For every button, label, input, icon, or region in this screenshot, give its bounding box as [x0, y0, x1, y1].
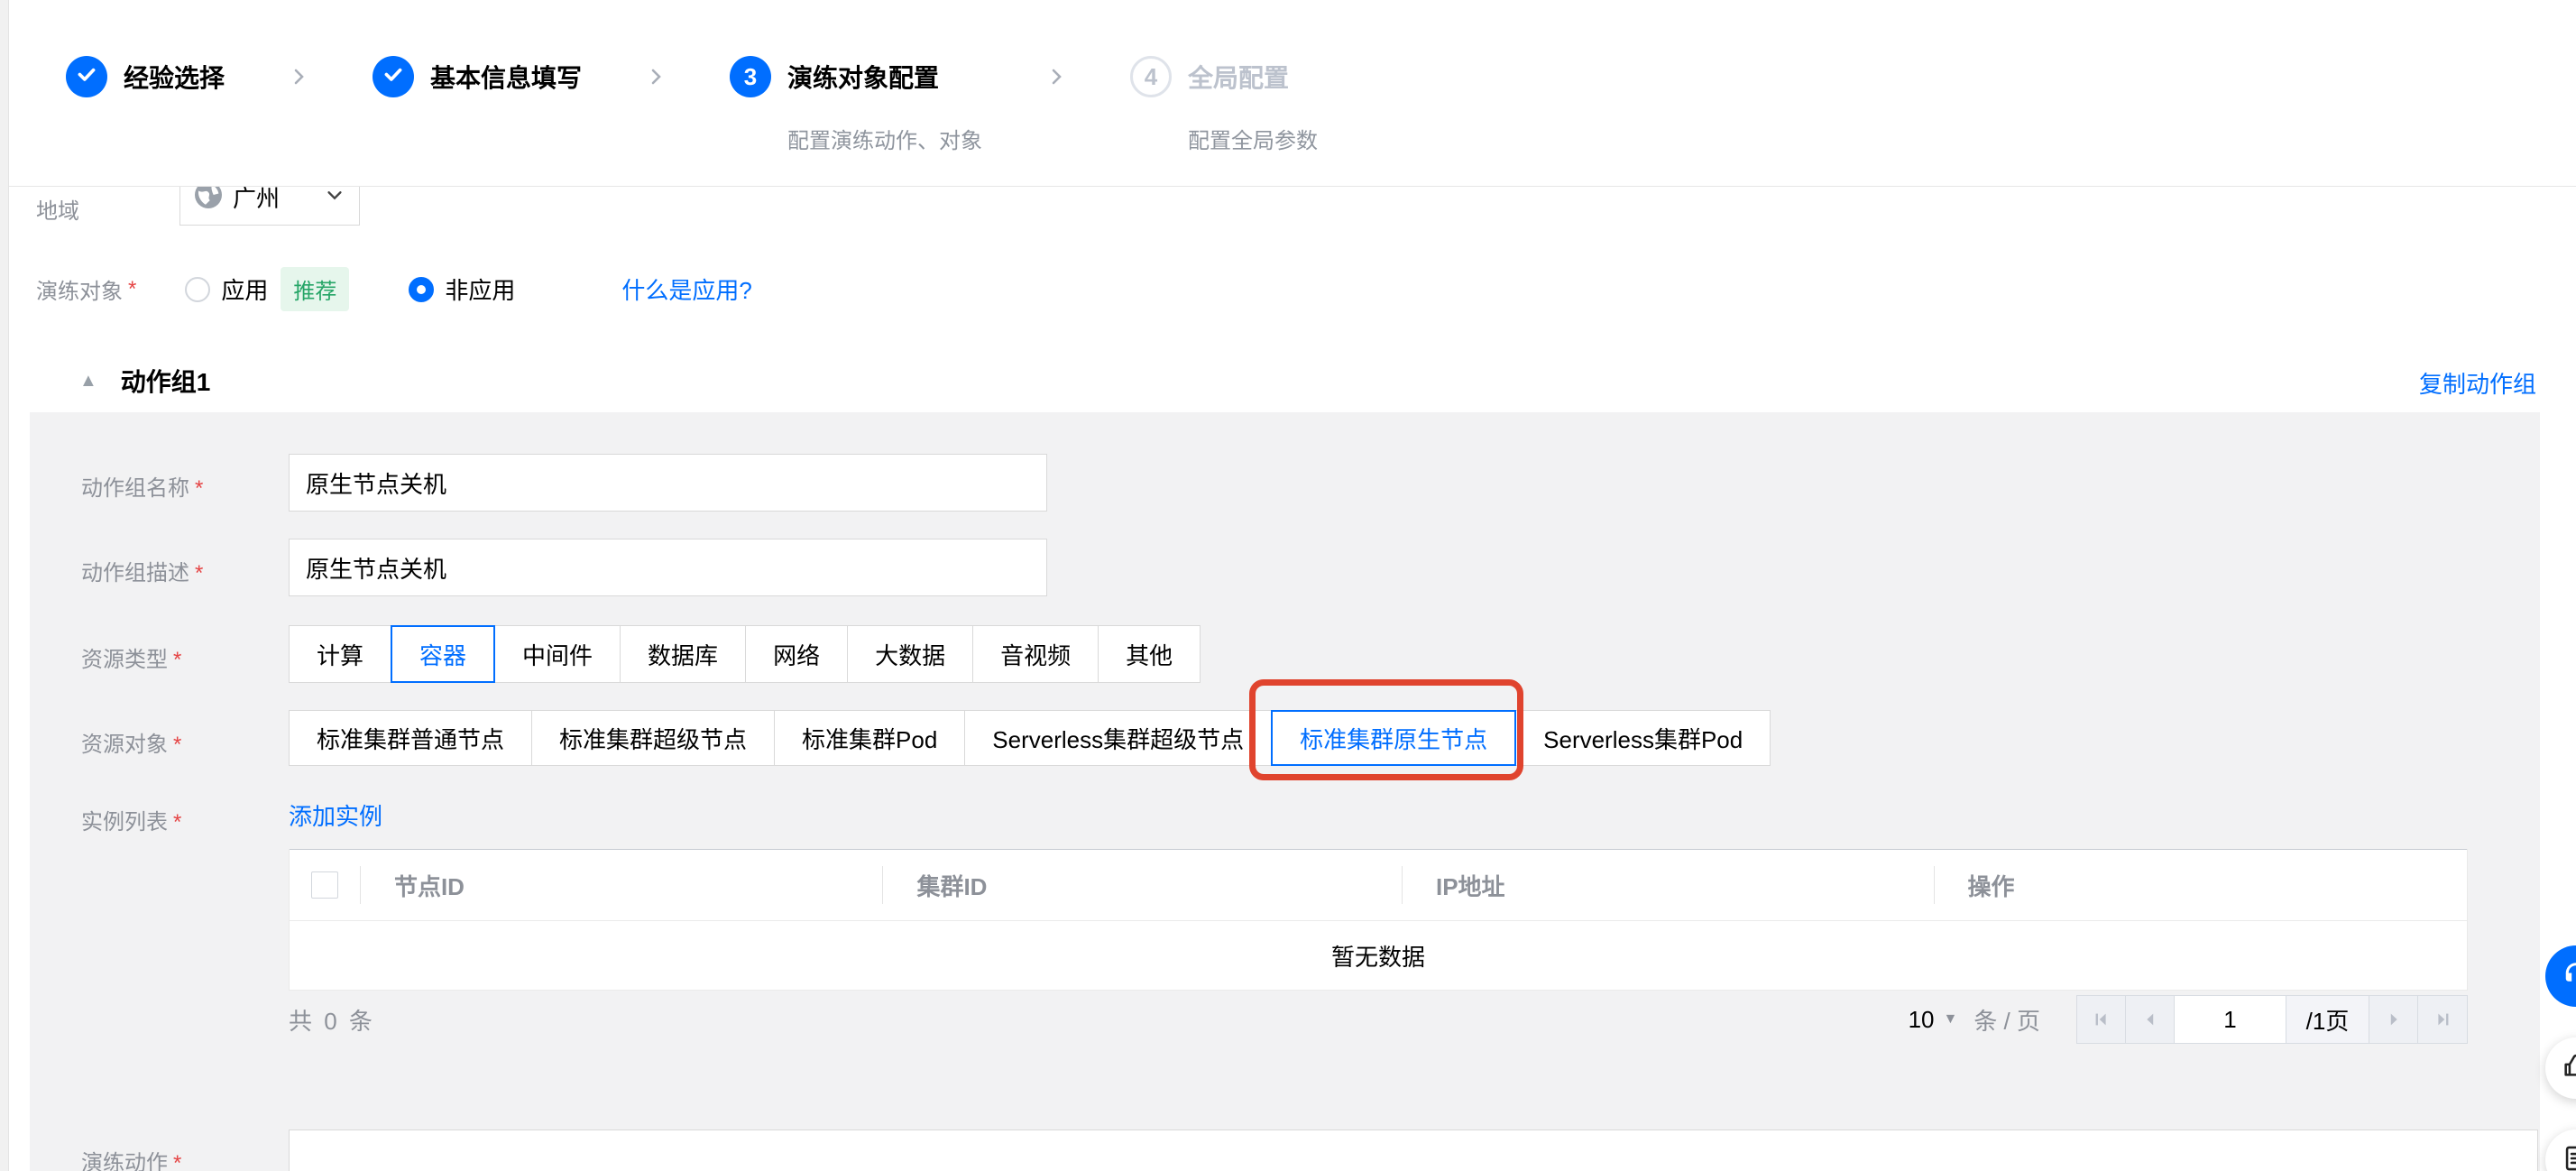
step-2-label: 基本信息填写	[430, 59, 582, 95]
resource-type-option[interactable]: 数据库	[620, 625, 746, 683]
table-empty-state: 暂无数据	[290, 921, 2467, 991]
step-2-circle	[373, 56, 414, 97]
table-header-row: 节点ID 集群ID IP地址 操作	[290, 849, 2467, 921]
add-instance-link[interactable]: 添加实例	[289, 798, 382, 832]
action-group-header[interactable]: ▲ 动作组1	[79, 363, 210, 399]
required-asterisk: *	[195, 561, 203, 586]
step-4-number: 4	[1145, 63, 1157, 91]
check-icon	[382, 62, 405, 92]
chevron-right-icon	[288, 66, 309, 92]
step-3-circle: 3	[730, 56, 771, 97]
step-3-subtitle: 配置演练动作、对象	[787, 123, 982, 154]
caret-down-icon: ▼	[1943, 1011, 1957, 1028]
target-row: 演练对象 * 应用 推荐 非应用 什么是应用?	[36, 267, 752, 311]
page-size-select[interactable]: 10 ▼	[1909, 1006, 1958, 1034]
column-header-ip: IP地址	[1402, 850, 1934, 920]
resource-object-option[interactable]: Serverless集群Pod	[1515, 710, 1771, 766]
resource-object-option[interactable]: 标准集群超级节点	[531, 710, 775, 766]
page-number-input[interactable]	[2175, 996, 2286, 1043]
group-desc-label: 动作组描述*	[81, 555, 203, 586]
step-wizard: 经验选择 基本信息填写 3 演练对象配	[0, 0, 2576, 187]
column-header-cluster-id: 集群ID	[882, 850, 1402, 920]
select-all-checkbox[interactable]	[311, 871, 338, 899]
resource-type-option[interactable]: 其他	[1098, 625, 1201, 683]
action-group-title: 动作组1	[121, 363, 211, 399]
check-icon	[75, 62, 98, 92]
step-4[interactable]: 4 全局配置 配置全局参数	[1130, 56, 1318, 154]
resource-object-option[interactable]: 标准集群普通节点	[289, 710, 532, 766]
radio-non-app-label: 非应用	[445, 272, 515, 306]
copy-action-group-link[interactable]: 复制动作组	[2419, 366, 2536, 400]
resource-type-option[interactable]: 网络	[745, 625, 848, 683]
required-asterisk: *	[195, 476, 203, 501]
first-page-button[interactable]	[2077, 996, 2126, 1043]
group-desc-input[interactable]	[289, 539, 1047, 596]
support-fab[interactable]	[2545, 945, 2576, 1007]
radio-app-label: 应用	[221, 272, 268, 306]
action-group-panel: 动作组名称* 动作组描述* 资源类型* 计算 容器 中间件 数据库 网络 大数据…	[30, 412, 2540, 1171]
target-label: 演练对象	[36, 273, 123, 305]
what-is-app-link[interactable]: 什么是应用?	[621, 272, 751, 306]
feedback-fab[interactable]	[2545, 1037, 2576, 1099]
chevron-right-icon	[1045, 66, 1067, 92]
step-4-label: 全局配置	[1188, 59, 1289, 95]
pagination-bar: 共 0 条 10 ▼ 条 / 页 /1页	[289, 995, 2468, 1044]
page: 经验选择 基本信息填写 3 演练对象配	[0, 0, 2576, 1171]
required-asterisk: *	[128, 277, 136, 302]
last-page-button[interactable]	[2418, 996, 2467, 1043]
required-asterisk: *	[173, 1151, 181, 1171]
resource-object-group: 标准集群普通节点 标准集群超级节点 标准集群Pod Serverless集群超级…	[289, 710, 1771, 766]
group-name-label: 动作组名称*	[81, 470, 203, 502]
resource-type-group: 计算 容器 中间件 数据库 网络 大数据 音视频 其他	[289, 625, 1201, 683]
pager-controls: /1页	[2076, 995, 2468, 1044]
step-4-circle: 4	[1130, 56, 1172, 97]
column-header-node-id: 节点ID	[360, 850, 883, 920]
required-asterisk: *	[173, 648, 181, 672]
required-asterisk: *	[173, 733, 181, 757]
column-header-operation: 操作	[1934, 850, 2468, 920]
chevron-down-icon	[325, 185, 345, 209]
recommended-badge: 推荐	[281, 267, 349, 311]
region-label: 地域	[36, 193, 79, 225]
resource-object-label: 资源对象*	[81, 726, 181, 758]
step-1-label: 经验选择	[124, 59, 225, 95]
step-2[interactable]: 基本信息填写	[373, 56, 582, 97]
page-left-edge	[0, 0, 9, 1171]
next-page-button[interactable]	[2369, 996, 2418, 1043]
step-3-number: 3	[744, 63, 757, 91]
radio-app[interactable]	[185, 277, 210, 302]
step-3-label: 演练对象配置	[787, 59, 939, 95]
chevron-right-icon	[645, 66, 667, 92]
survey-fab[interactable]	[2545, 1130, 2576, 1171]
prev-page-button[interactable]	[2126, 996, 2175, 1043]
step-1-circle	[66, 56, 107, 97]
resource-type-option[interactable]: 计算	[289, 625, 391, 683]
resource-object-option-selected[interactable]: 标准集群原生节点	[1271, 710, 1516, 766]
per-page-text: 条 / 页	[1973, 1003, 2040, 1037]
instance-table: 节点ID 集群ID IP地址 操作 暂无数据	[289, 849, 2468, 991]
total-pages-text: /1页	[2286, 996, 2369, 1043]
collapse-icon[interactable]: ▲	[79, 371, 97, 392]
thumbs-up-icon	[2561, 1051, 2576, 1086]
total-count-text: 共 0 条	[289, 1003, 375, 1037]
document-icon	[2561, 1143, 2576, 1171]
radio-non-app[interactable]	[409, 277, 434, 302]
resource-object-option[interactable]: Serverless集群超级节点	[964, 710, 1272, 766]
step-4-subtitle: 配置全局参数	[1188, 123, 1318, 154]
group-name-input[interactable]	[289, 454, 1047, 512]
resource-type-label: 资源类型*	[81, 641, 181, 673]
headset-icon	[2560, 958, 2576, 995]
exercise-action-label: 演练动作*	[81, 1145, 181, 1171]
step-3[interactable]: 3 演练对象配置 配置演练动作、对象	[730, 56, 982, 154]
resource-type-option[interactable]: 大数据	[847, 625, 973, 683]
resource-type-option-selected[interactable]: 容器	[391, 625, 495, 683]
resource-object-option[interactable]: 标准集群Pod	[774, 710, 965, 766]
step-1[interactable]: 经验选择	[66, 56, 225, 97]
exercise-action-box[interactable]	[289, 1130, 2538, 1171]
required-asterisk: *	[173, 810, 181, 834]
instance-list-label: 实例列表*	[81, 804, 181, 835]
resource-type-option[interactable]: 中间件	[494, 625, 621, 683]
resource-type-option[interactable]: 音视频	[972, 625, 1099, 683]
select-all-cell	[290, 850, 360, 920]
